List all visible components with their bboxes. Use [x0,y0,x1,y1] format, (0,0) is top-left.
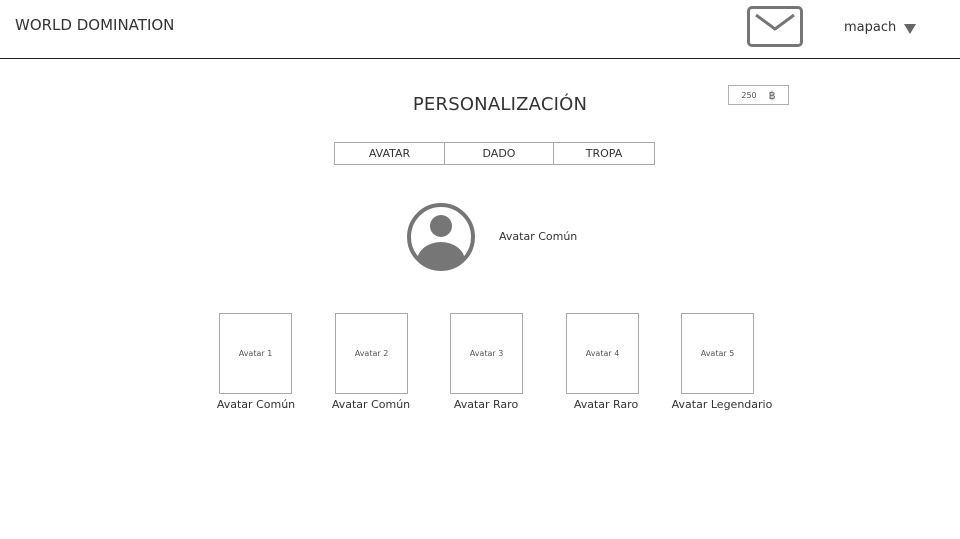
avatar-card-1[interactable]: Avatar 1 [219,313,292,394]
avatar-placeholder: Avatar 3 [469,349,504,358]
avatar-card-5[interactable]: Avatar 5 [681,313,754,394]
chevron-down-icon [904,23,917,34]
avatar-card-2[interactable]: Avatar 2 [335,313,408,394]
avatar-caption-1: Avatar Común [216,398,296,411]
avatar-placeholder: Avatar 2 [354,349,389,358]
tab-dado[interactable]: DADO [444,143,553,164]
user-menu[interactable]: mapach [844,17,917,37]
tab-avatar[interactable]: AVATAR [335,143,444,164]
messages-button[interactable] [747,6,803,47]
avatar-placeholder: Avatar 1 [238,349,273,358]
envelope-icon [755,13,795,31]
avatar-caption-3: Avatar Raro [453,398,519,411]
baht-coin-icon: ฿ [768,88,776,102]
avatar-placeholder: Avatar 4 [585,349,620,358]
top-bar: WORLD DOMINATION mapach [0,0,960,59]
app-title: WORLD DOMINATION [15,16,175,34]
avatar-card-4[interactable]: Avatar 4 [566,313,639,394]
coin-balance: 250 ฿ [728,85,789,105]
avatar-placeholder: Avatar 5 [700,349,735,358]
avatar-card-3[interactable]: Avatar 3 [450,313,523,394]
avatar-caption-5: Avatar Legendario [671,398,773,411]
username: mapach [844,19,897,35]
customization-tabs: AVATAR DADO TROPA [334,142,655,165]
page-title: PERSONALIZACIÓN [412,94,588,115]
coin-amount: 250 [741,90,757,100]
user-avatar-icon [407,203,475,271]
avatar-caption-4: Avatar Raro [573,398,639,411]
avatar-caption-2: Avatar Común [331,398,411,411]
current-avatar-label: Avatar Común [499,230,578,243]
current-avatar [406,202,476,272]
tab-tropa[interactable]: TROPA [553,143,654,164]
